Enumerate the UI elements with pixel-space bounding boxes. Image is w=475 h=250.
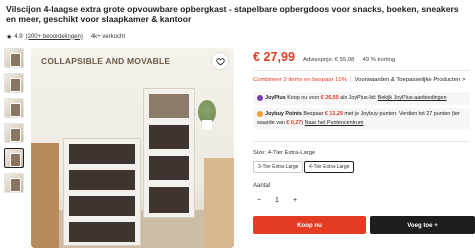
joypoints-prefix: Bespaar xyxy=(303,111,324,117)
reviews-link[interactable]: (200+ beoordelingen) xyxy=(26,34,83,40)
joyplus-icon xyxy=(257,94,263,101)
buy-now-button[interactable]: Koop nu xyxy=(253,216,366,234)
joyplus-prefix: Koop nu voor xyxy=(287,95,320,101)
thumbnail-2[interactable] xyxy=(4,73,24,93)
drawer xyxy=(67,220,137,244)
cabinet-right xyxy=(143,88,195,218)
cabinet-left xyxy=(63,138,141,246)
minus-button[interactable]: − xyxy=(253,197,265,204)
product-title: Vilscijon 4-laagse extra grote opvouwbar… xyxy=(6,4,459,25)
sold-count: 4k+ verkocht xyxy=(90,33,126,40)
size-option-3-tier[interactable]: 3-Tier Extra-Large xyxy=(253,161,304,173)
joypoints-icon xyxy=(257,110,263,117)
divider xyxy=(253,141,470,142)
joyplus-amount: € 26,59 xyxy=(320,95,339,101)
quantity-value[interactable]: 1 xyxy=(271,197,283,204)
combine-offer-text: Combineer 2 items en bespaar 10% xyxy=(253,77,347,83)
favorite-button[interactable] xyxy=(212,53,228,69)
plant-pot xyxy=(202,120,212,130)
thumbnail-4[interactable] xyxy=(4,123,24,143)
joyplus-banner[interactable]: JoyPlus Koop nu voor € 26,59 als JoyPlus… xyxy=(253,92,470,105)
drawer xyxy=(147,123,191,151)
joypoints-banner[interactable]: Joybuy Points Bespaar € 13,29 met je Joy… xyxy=(253,108,470,129)
rating-row: ★ 4.9 (200+ beoordelingen) 4k+ verkocht xyxy=(6,32,125,41)
drawer xyxy=(67,194,137,218)
separator: | xyxy=(349,77,352,83)
divider xyxy=(253,70,470,71)
joypoints-brand: Joybuy Points xyxy=(265,111,302,117)
heart-icon xyxy=(215,57,225,65)
drawer xyxy=(67,142,137,166)
main-product-image[interactable]: COLLAPSIBLE AND MOVABLE xyxy=(31,48,234,248)
joypoints-after: ) xyxy=(301,119,304,126)
shelf xyxy=(31,143,59,248)
quantity-stepper: − 1 + xyxy=(253,193,301,207)
joyplus-link[interactable]: Bekijk JoyPlus-aanbiedingen xyxy=(378,95,447,101)
size-label: Size: 4-Tier Extra-Large xyxy=(253,150,316,156)
plus-button[interactable]: + xyxy=(289,197,301,204)
add-to-cart-button[interactable]: Voeg toe + xyxy=(370,216,475,234)
image-overlay-text: COLLAPSIBLE AND MOVABLE xyxy=(41,56,171,66)
advies-price: Adviesprijs: € 55,08 xyxy=(303,57,355,63)
discount: 49 % korting xyxy=(362,57,396,63)
joypoints-amount: € 13,29 xyxy=(324,111,343,117)
thumbnail-6[interactable] xyxy=(4,173,24,193)
size-option-4-tier[interactable]: 4-Tier Extra-Large xyxy=(304,161,355,173)
thumbnail-3[interactable] xyxy=(4,98,24,118)
joyplus-brand: JoyPlus xyxy=(265,95,286,101)
quantity-label: Aantal xyxy=(253,183,271,189)
drawer xyxy=(147,185,191,215)
wood-table xyxy=(204,158,234,248)
thumbnail-5[interactable] xyxy=(4,148,24,168)
joyplus-suffix: als JoyPlus-lid: xyxy=(340,95,377,101)
price: € 27,99 xyxy=(253,50,296,64)
drawer xyxy=(147,154,191,182)
thumbnail-strip xyxy=(4,48,26,198)
combine-offer[interactable]: Combineer 2 items en bespaar 10% | Voorw… xyxy=(253,77,465,83)
star-icon: ★ xyxy=(6,33,13,41)
thumbnail-1[interactable] xyxy=(4,48,24,68)
drawer xyxy=(147,92,191,120)
drawer xyxy=(67,168,137,192)
combine-terms-link[interactable]: Voorwaarden & Toepasselijke Producten > xyxy=(355,77,466,83)
price-row: € 27,99 Adviesprijs: € 55,08 49 % kortin… xyxy=(253,50,395,64)
joypoints-amount2: € 0,27 xyxy=(286,119,302,126)
rating-value: 4.9 xyxy=(14,33,23,40)
joypoints-link[interactable]: Naar het Puntencentrum xyxy=(305,120,364,126)
